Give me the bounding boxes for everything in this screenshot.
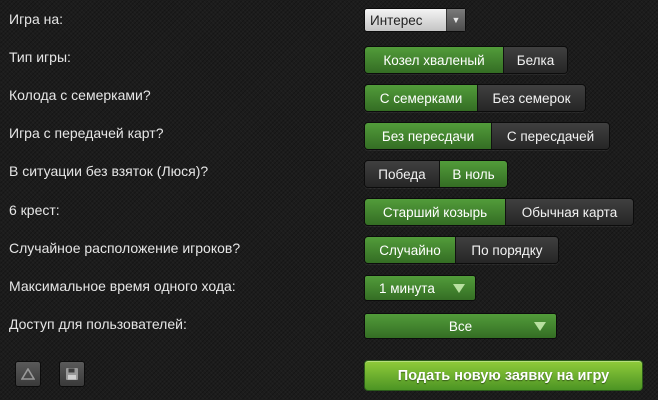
six-clubs-option-regular-card[interactable]: Обычная карта xyxy=(505,199,633,225)
no-tricks-toggle: Победа В ноль xyxy=(364,160,508,188)
label-user-access: Доступ для пользователей: xyxy=(9,316,187,332)
label-card-redeal: Игра с передачей карт? xyxy=(9,125,164,141)
six-clubs-toggle: Старший козырь Обычная карта xyxy=(364,198,634,226)
stake-dropdown[interactable]: Интерес ▼ xyxy=(364,8,466,32)
up-arrow-button[interactable] xyxy=(15,361,41,387)
game-type-option-praised-goat[interactable]: Козел хваленый xyxy=(365,47,503,73)
chevron-down-icon xyxy=(534,322,546,331)
redeal-option-no-redeal[interactable]: Без пересдачи xyxy=(365,123,491,149)
chevron-down-icon: ▼ xyxy=(446,9,465,31)
floppy-disk-icon xyxy=(66,368,78,380)
label-max-turn-time: Максимальное время одного хода: xyxy=(9,278,236,294)
label-game-for: Игра на: xyxy=(9,11,64,27)
access-dropdown[interactable]: Все xyxy=(364,313,557,339)
submit-game-request-button[interactable]: Подать новую заявку на игру xyxy=(364,360,643,391)
no-tricks-option-win[interactable]: Победа xyxy=(365,161,439,187)
deck-option-with-sevens[interactable]: С семерками xyxy=(365,85,477,111)
save-button[interactable] xyxy=(59,361,85,387)
label-game-type: Тип игры: xyxy=(9,49,71,65)
deck-sevens-toggle: С семерками Без семерок xyxy=(364,84,586,112)
up-arrow-icon xyxy=(21,368,35,380)
label-deck-sevens: Колода с семерками? xyxy=(9,87,151,103)
turn-time-dropdown-value: 1 минута xyxy=(379,281,435,296)
deck-option-without-sevens[interactable]: Без семерок xyxy=(477,85,585,111)
label-six-clubs: 6 крест: xyxy=(9,202,60,218)
six-clubs-option-senior-trump[interactable]: Старший козырь xyxy=(365,199,505,225)
seating-toggle: Случайно По порядку xyxy=(364,236,559,264)
chevron-down-icon xyxy=(453,284,465,293)
access-dropdown-value: Все xyxy=(448,318,473,334)
turn-time-dropdown[interactable]: 1 минута xyxy=(364,275,476,301)
game-type-toggle: Козел хваленый Белка xyxy=(364,46,568,74)
no-tricks-option-zero[interactable]: В ноль xyxy=(439,161,507,187)
label-no-tricks: В ситуации без взяток (Люся)? xyxy=(9,163,209,179)
label-random-seating: Случайное расположение игроков? xyxy=(9,240,241,256)
game-type-option-squirrel[interactable]: Белка xyxy=(503,47,567,73)
redeal-toggle: Без пересдачи С пересдачей xyxy=(364,122,610,150)
seating-option-in-order[interactable]: По порядку xyxy=(455,237,558,263)
redeal-option-with-redeal[interactable]: С пересдачей xyxy=(491,123,609,149)
stake-dropdown-value: Интерес xyxy=(370,12,423,28)
seating-option-random[interactable]: Случайно xyxy=(365,237,455,263)
